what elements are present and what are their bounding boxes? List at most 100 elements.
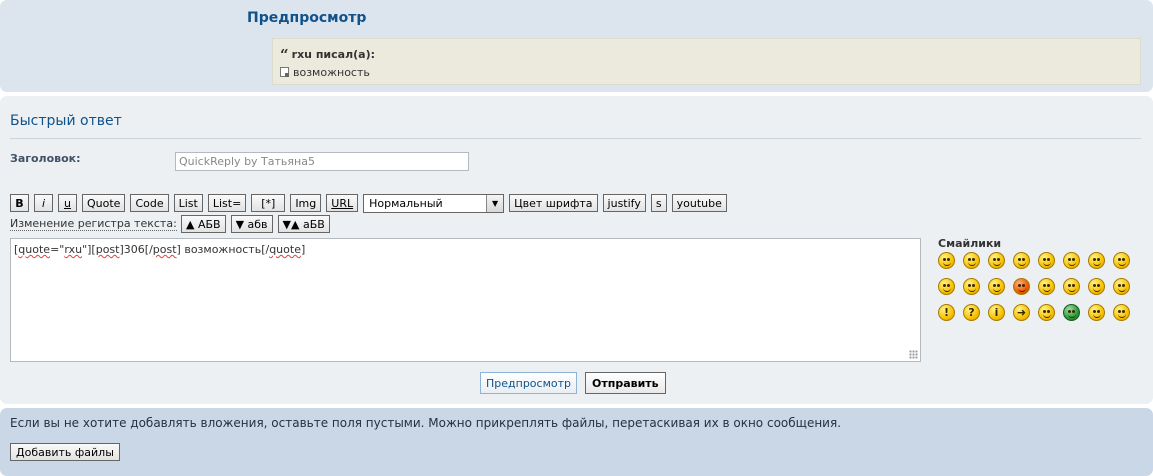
cry-icon[interactable] [1038,278,1055,295]
list-button[interactable]: List [173,194,203,212]
smiley-cell [1013,278,1038,304]
smiley-cell [988,278,1013,304]
subject-label: Заголовок: [10,152,81,165]
add-files-button[interactable]: Добавить файлы [10,443,120,461]
ugeek-icon[interactable] [1113,304,1130,321]
smiley-cell [1038,304,1063,330]
preview-panel: Предпросмотр “rxu писал(а): возможность [0,0,1153,92]
smiley-cell [988,252,1013,278]
case-change-buttons: ▲ АБВ ▼ абв ▼▲ аБВ [181,215,330,233]
ordered-list-button[interactable]: List= [207,194,247,212]
mad-icon[interactable] [963,278,980,295]
bold-button[interactable]: B [10,194,29,212]
lowercase-button[interactable]: ▼ абв [230,215,273,233]
message-text: "][ [82,243,96,256]
smiley-cell: i [988,304,1013,330]
rolleyes-icon[interactable] [1113,278,1130,295]
quote-block: “rxu писал(а): возможность [272,38,1141,85]
italic-button[interactable]: i [34,194,53,212]
surprised-icon[interactable] [1038,252,1055,269]
underline-button[interactable]: u [58,194,77,212]
mrgreen-icon[interactable] [1063,304,1080,321]
sad-icon[interactable] [1038,304,1055,321]
smiley-cell [963,252,988,278]
redface-icon[interactable] [1013,278,1030,295]
submit-button[interactable]: Отправить [585,372,666,394]
bbcode-toolbar: B i u Quote Code List List= [*] Img URL … [10,194,727,213]
uppercase-button[interactable]: ▲ АБВ [181,215,226,233]
question-icon[interactable]: ? [963,304,980,321]
smiley-cell [1113,304,1138,330]
smile-icon[interactable] [938,252,955,269]
youtube-button[interactable]: youtube [671,194,727,212]
smiley-cell [1063,278,1088,304]
razz-icon[interactable] [988,278,1005,295]
smiley-cell [1088,304,1113,330]
neutral-icon[interactable] [1013,252,1030,269]
font-size-value: Нормальный [369,197,443,210]
smiley-cell [1013,252,1038,278]
message-textarea[interactable]: [quote="rxu"][post]306[/post] возможност… [10,238,921,362]
url-button[interactable]: URL [326,194,359,212]
smiley-cell: ! [938,304,963,330]
chevron-down-icon[interactable]: ▼ [486,195,504,212]
idea-icon[interactable]: i [988,304,1005,321]
lol-icon[interactable] [938,278,955,295]
attachments-notice: Если вы не хотите добавлять вложения, ос… [10,416,842,430]
font-size-select[interactable]: Нормальный ▼ [363,194,505,213]
quote-button[interactable]: Quote [82,194,126,212]
strike-button[interactable]: s [650,194,667,212]
smiley-cell [1088,278,1113,304]
message-text: quote [18,243,51,256]
form-actions: Предпросмотр Отправить [480,372,666,394]
twisted-icon[interactable] [1088,278,1105,295]
exclaim-icon[interactable]: ! [938,304,955,321]
message-text: quote [269,243,301,256]
smiley-cell [1113,278,1138,304]
message-text: ] [300,243,306,256]
smiley-cell: ? [963,304,988,330]
list-item-button[interactable]: [*] [251,194,286,212]
quick-reply-panel: Быстрый ответ Заголовок: QuickReply by Т… [0,96,1153,404]
smilies-title: Смайлики [938,237,1002,250]
smiley-cell [1063,252,1088,278]
smiley-cell [1063,304,1088,330]
smiley-cell [938,252,963,278]
quick-reply-heading: Быстрый ответ [10,113,122,129]
smiley-cell [963,278,988,304]
evil-icon[interactable] [1063,278,1080,295]
resize-grip-icon[interactable] [909,350,918,359]
code-button[interactable]: Code [130,194,169,212]
quote-content: возможность [280,66,370,79]
case-change-label: Изменение регистра текста: [10,217,177,231]
preview-button[interactable]: Предпросмотр [480,372,577,394]
geek-icon[interactable] [1088,304,1105,321]
smilies-grid: !? i ➜ [938,252,1138,330]
biggrin-icon[interactable] [963,252,980,269]
justify-button[interactable]: justify [602,194,646,212]
img-button[interactable]: Img [290,194,322,212]
confused-icon[interactable] [1088,252,1105,269]
smiley-cell [1038,278,1063,304]
smiley-cell [1038,252,1063,278]
cool-icon[interactable] [1113,252,1130,269]
font-color-button[interactable]: Цвет шрифта [509,194,598,212]
message-text: ] возможность[/ [176,243,270,256]
message-text: rxu [64,243,83,256]
post-link-icon[interactable] [280,67,289,77]
smiley-cell [1113,252,1138,278]
smiley-cell [1088,252,1113,278]
subject-input[interactable]: QuickReply by Татьяна5 [175,152,469,171]
arrow-icon[interactable]: ➜ [1013,304,1030,321]
message-text: ]306[/ [119,243,153,256]
quote-mark-icon: “ [280,46,289,64]
divider [10,138,1141,139]
quote-cite: “rxu писал(а): [280,46,375,64]
quote-text: возможность [293,66,370,79]
smiley-cell [938,278,963,304]
attachments-panel: Если вы не хотите добавлять вложения, ос… [0,408,1153,476]
message-text: =" [50,243,65,256]
invert-case-button[interactable]: ▼▲ аБВ [277,215,330,233]
eek-icon[interactable] [1063,252,1080,269]
wink-icon[interactable] [988,252,1005,269]
